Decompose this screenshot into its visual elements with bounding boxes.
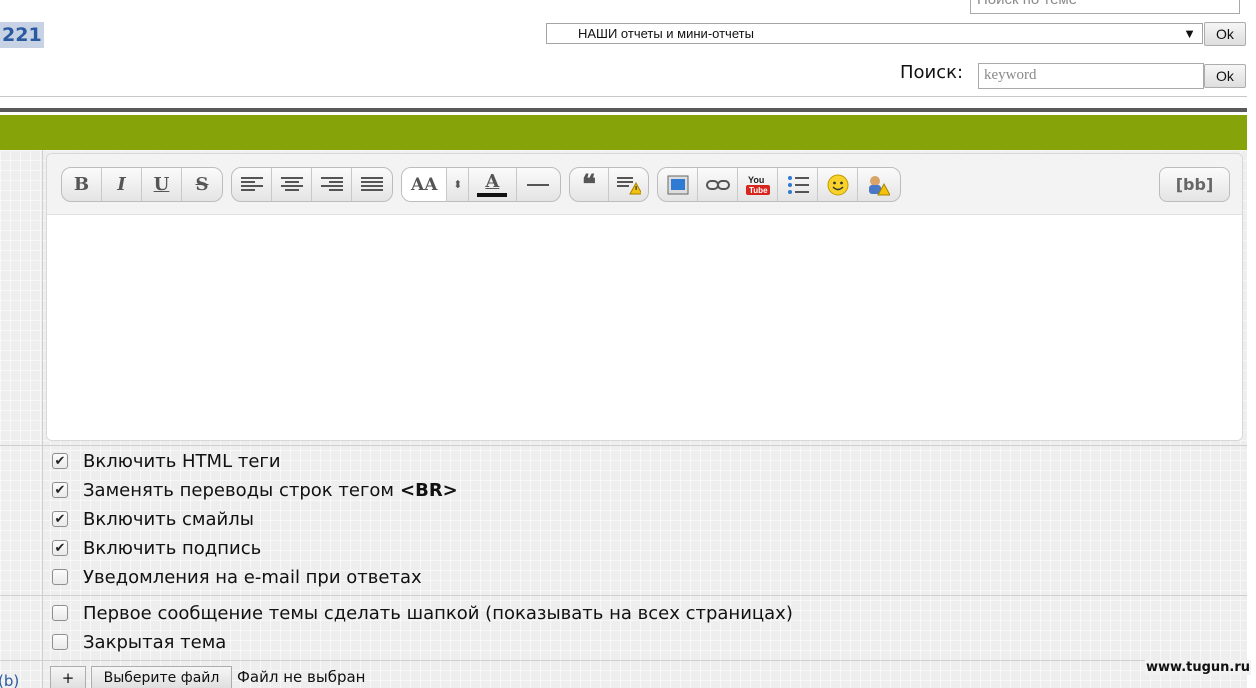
checkbox-unchecked-icon[interactable] bbox=[52, 634, 68, 650]
font-group: AA ⬍ A bbox=[401, 167, 561, 202]
option-label: Заменять переводы строк тегом bbox=[83, 479, 395, 501]
svg-text:Tube: Tube bbox=[749, 186, 768, 195]
checkbox-unchecked-icon[interactable] bbox=[52, 569, 68, 585]
page-count: 221 bbox=[0, 22, 44, 48]
topic-search-input[interactable]: Поиск по теме bbox=[970, 0, 1240, 14]
align-justify-icon[interactable] bbox=[352, 168, 392, 201]
align-right-icon[interactable] bbox=[312, 168, 352, 201]
font-color-icon[interactable]: A bbox=[469, 168, 517, 201]
underline-icon[interactable]: U bbox=[142, 168, 182, 201]
column-divider bbox=[42, 150, 43, 688]
option-signature[interactable]: ✔ Включить подпись bbox=[52, 535, 261, 561]
insert-group: You Tube bbox=[657, 167, 901, 202]
search-input[interactable]: keyword bbox=[978, 63, 1204, 89]
svg-text:You: You bbox=[748, 175, 764, 185]
file-status: Файл не выбран bbox=[237, 668, 366, 686]
options-divider bbox=[0, 445, 1247, 446]
option-br-tag: <BR> bbox=[400, 479, 458, 501]
checkbox-checked-icon[interactable]: ✔ bbox=[52, 540, 68, 556]
font-size-arrows-icon[interactable]: ⬍ bbox=[447, 168, 470, 201]
bold-icon[interactable]: B bbox=[62, 168, 102, 201]
italic-icon[interactable]: I bbox=[102, 168, 142, 201]
italic-label: I bbox=[117, 174, 126, 195]
option-label: Закрытая тема bbox=[83, 631, 227, 653]
link-icon[interactable] bbox=[698, 168, 738, 201]
smiley-icon[interactable] bbox=[818, 168, 858, 201]
bold-label: B bbox=[73, 174, 90, 195]
text-style-group: B I U S bbox=[61, 167, 223, 202]
strikethrough-icon[interactable]: S bbox=[182, 168, 222, 201]
options-divider bbox=[0, 595, 1247, 596]
checkbox-unchecked-icon[interactable] bbox=[52, 605, 68, 621]
quote-group: ❝ bbox=[569, 167, 649, 202]
message-textarea[interactable] bbox=[47, 215, 1242, 440]
editor-toolbar: B I U S AA ⬍ A ❝ You Tube [bb] bbox=[47, 154, 1242, 215]
offtopic-icon[interactable] bbox=[858, 168, 898, 201]
choose-file-button[interactable]: Выберите файл bbox=[91, 666, 232, 688]
font-size-icon[interactable]: AA bbox=[402, 168, 448, 201]
font-color-label: A bbox=[485, 170, 500, 192]
spoiler-icon[interactable] bbox=[609, 168, 648, 201]
align-group bbox=[231, 167, 393, 202]
underline-label: U bbox=[153, 174, 170, 195]
watermark: www.tugun.ru bbox=[1145, 660, 1252, 675]
option-label: Уведомления на e-mail при ответах bbox=[83, 566, 422, 588]
checkbox-checked-icon[interactable]: ✔ bbox=[52, 511, 68, 527]
add-file-button[interactable]: + bbox=[50, 666, 86, 688]
youtube-icon[interactable]: You Tube bbox=[738, 168, 778, 201]
align-left-icon[interactable] bbox=[232, 168, 272, 201]
list-icon[interactable] bbox=[778, 168, 818, 201]
forum-ok-button[interactable]: Ok bbox=[1204, 22, 1246, 46]
attach-row-label: (b) bbox=[0, 672, 20, 688]
horizontal-rule-icon[interactable] bbox=[517, 168, 560, 201]
option-smilies[interactable]: ✔ Включить смайлы bbox=[52, 506, 254, 532]
forum-select[interactable]: НАШИ отчеты и мини-отчеты ▼ bbox=[546, 23, 1203, 44]
font-color-swatch bbox=[477, 192, 508, 197]
option-label: Включить HTML теги bbox=[83, 450, 281, 472]
bbcode-toggle-button[interactable]: [bb] bbox=[1159, 167, 1230, 202]
font-size-label: AA bbox=[411, 174, 438, 195]
divider-thick bbox=[0, 108, 1247, 112]
option-pin-first-post[interactable]: Первое сообщение темы сделать шапкой (по… bbox=[52, 600, 793, 626]
align-center-icon[interactable] bbox=[272, 168, 312, 201]
forum-select-value: НАШИ отчеты и мини-отчеты bbox=[578, 26, 754, 41]
strike-label: S bbox=[195, 174, 209, 195]
options-divider bbox=[0, 660, 1247, 661]
option-email-notify[interactable]: Уведомления на e-mail при ответах bbox=[52, 564, 422, 590]
bbcode-editor: B I U S AA ⬍ A ❝ You Tube [bb] bbox=[46, 153, 1243, 441]
dropdown-arrow-icon: ▼ bbox=[1183, 26, 1196, 41]
checkbox-checked-icon[interactable]: ✔ bbox=[52, 453, 68, 469]
option-closed-topic[interactable]: Закрытая тема bbox=[52, 629, 226, 655]
option-label: Включить подпись bbox=[83, 537, 262, 559]
option-label: Первое сообщение темы сделать шапкой (по… bbox=[83, 602, 793, 624]
option-label: Включить смайлы bbox=[83, 508, 254, 530]
quote-icon[interactable]: ❝ bbox=[570, 168, 610, 201]
checkbox-checked-icon[interactable]: ✔ bbox=[52, 482, 68, 498]
section-header-bar bbox=[0, 115, 1247, 150]
search-ok-button[interactable]: Ok bbox=[1204, 64, 1246, 88]
option-html-tags[interactable]: ✔ Включить HTML теги bbox=[52, 448, 281, 474]
option-br-tags[interactable]: ✔ Заменять переводы строк тегом <BR> bbox=[52, 477, 458, 503]
image-icon[interactable] bbox=[658, 168, 698, 201]
search-label: Поиск: bbox=[900, 62, 964, 83]
divider bbox=[0, 96, 1247, 97]
